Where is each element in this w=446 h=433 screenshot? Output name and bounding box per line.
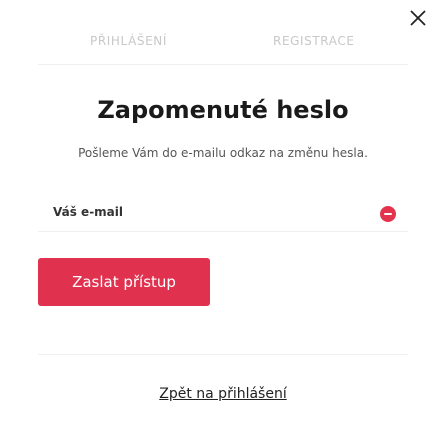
close-button[interactable] [408, 8, 428, 28]
back-to-login-link[interactable]: Zpět na přihlášení [0, 386, 446, 402]
send-access-button[interactable]: Zaslat přístup [38, 258, 210, 306]
tab-login[interactable]: Přihlášení [90, 34, 167, 48]
auth-tabs: Přihlášení Registrace [38, 28, 408, 65]
divider [38, 354, 408, 355]
tab-register[interactable]: Registrace [273, 34, 355, 48]
email-field[interactable] [38, 195, 383, 231]
email-field-row: Váš e-mail [38, 195, 408, 232]
page-subtitle: Pošleme Vám do e-mailu odkaz na změnu he… [78, 146, 368, 160]
close-icon [410, 10, 426, 26]
error-minus-icon [380, 206, 396, 222]
page-title: Zapomenuté heslo [97, 96, 349, 124]
